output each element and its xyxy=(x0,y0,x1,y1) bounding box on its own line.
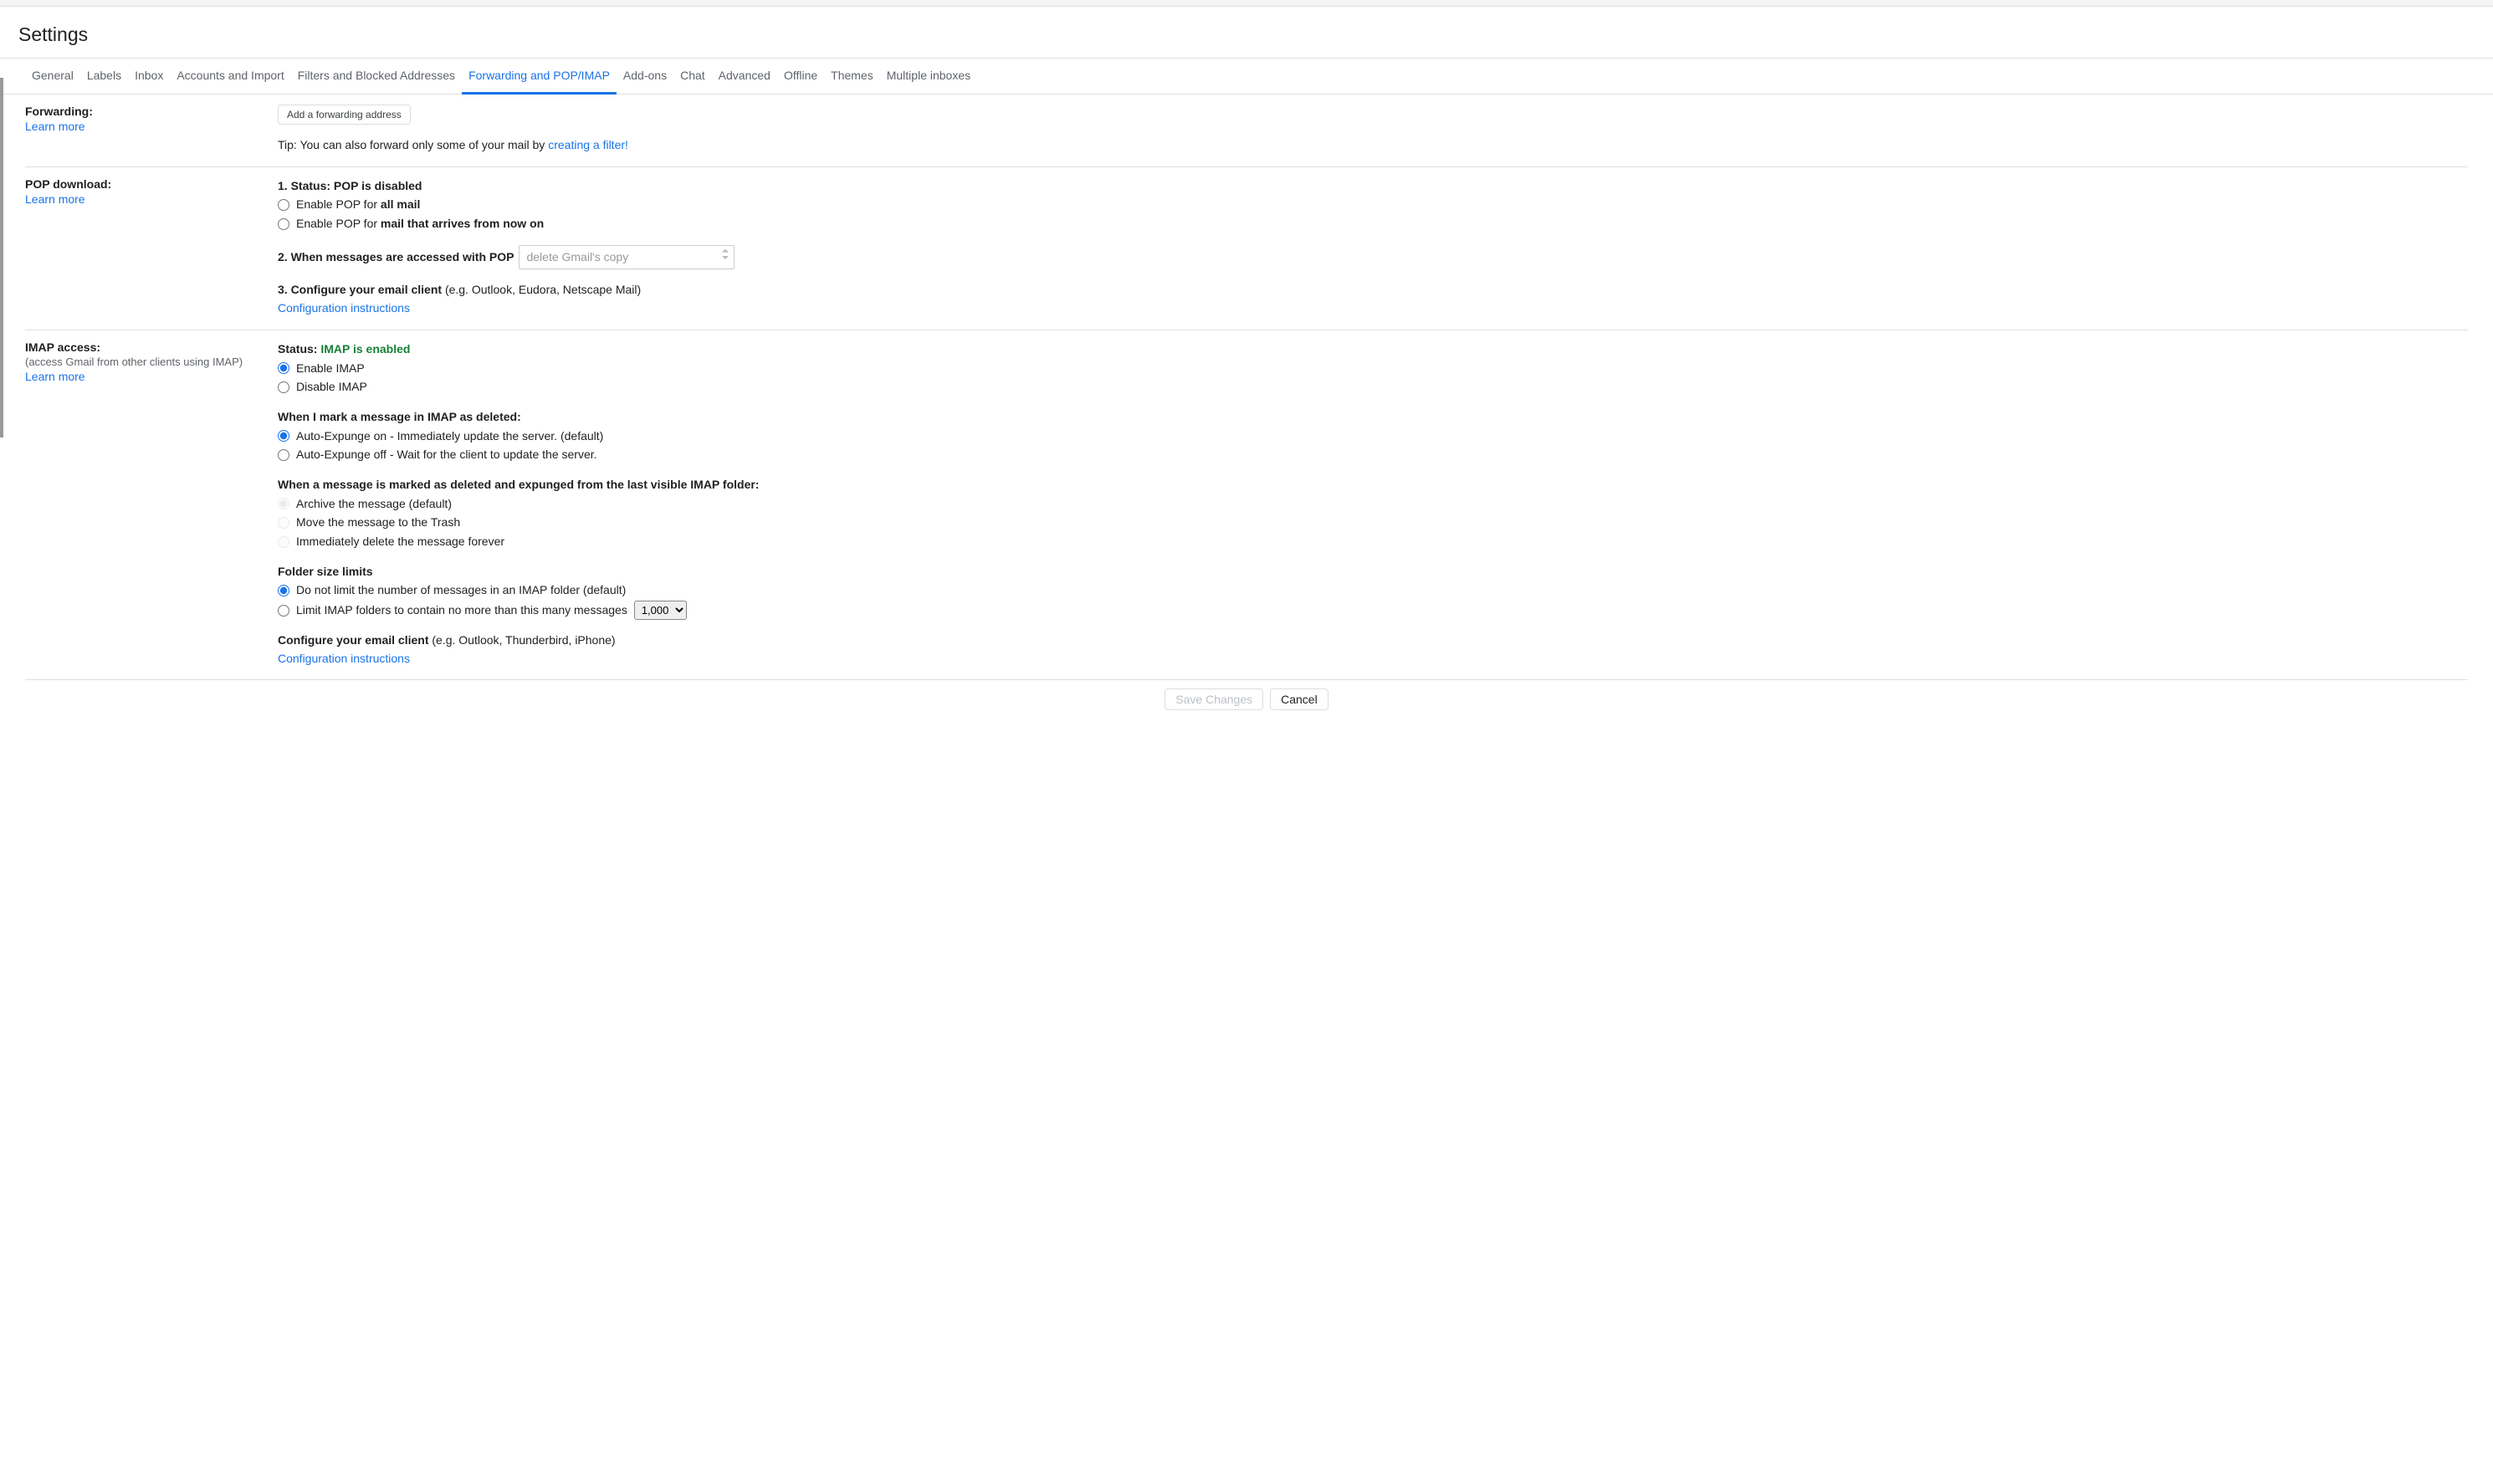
forwarding-body: Add a forwarding address Tip: You can al… xyxy=(278,105,2468,155)
tab-offline[interactable]: Offline xyxy=(777,59,824,94)
imap-learn-more-link[interactable]: Learn more xyxy=(25,370,278,383)
imap-configuration-instructions-link[interactable]: Configuration instructions xyxy=(278,650,2468,668)
move-trash-label: Move the message to the Trash xyxy=(296,514,460,532)
forwarding-title: Forwarding: xyxy=(25,105,278,118)
pop-enable-now-bold: mail that arrives from now on xyxy=(381,217,544,230)
pop-accessed-select: delete Gmail's copy xyxy=(519,245,735,270)
top-bar xyxy=(0,0,2493,7)
footer-buttons: Save Changes Cancel xyxy=(25,680,2468,744)
imap-configure-suffix: (e.g. Outlook, Thunderbird, iPhone) xyxy=(432,633,615,647)
scrollbar[interactable] xyxy=(0,78,3,438)
archive-message-label: Archive the message (default) xyxy=(296,495,452,514)
move-trash-radio xyxy=(278,517,289,529)
imap-title: IMAP access: xyxy=(25,340,278,354)
forwarding-learn-more-link[interactable]: Learn more xyxy=(25,120,278,133)
no-limit-radio[interactable] xyxy=(278,585,289,596)
settings-content: Forwarding: Learn more Add a forwarding … xyxy=(0,95,2493,744)
folder-size-header: Folder size limits xyxy=(278,563,2468,581)
tab-multiple-inboxes[interactable]: Multiple inboxes xyxy=(880,59,977,94)
pop-enable-all-radio[interactable] xyxy=(278,199,289,211)
tab-add-ons[interactable]: Add-ons xyxy=(617,59,673,94)
tab-forwarding-and-pop-imap[interactable]: Forwarding and POP/IMAP xyxy=(462,59,617,95)
imap-body: Status: IMAP is enabled Enable IMAP Disa… xyxy=(278,340,2468,668)
folder-limit-select[interactable]: 1,000 xyxy=(634,601,687,620)
pop-status-value: POP is disabled xyxy=(334,179,422,192)
pop-body: 1. Status: POP is disabled Enable POP fo… xyxy=(278,177,2468,318)
imap-enable-label: Enable IMAP xyxy=(296,360,365,378)
imap-section: IMAP access: (access Gmail from other cl… xyxy=(25,330,2468,681)
archive-message-radio xyxy=(278,498,289,509)
forwarding-tip-text: Tip: You can also forward only some of y… xyxy=(278,138,548,151)
pop-configuration-instructions-link[interactable]: Configuration instructions xyxy=(278,299,2468,318)
pop-enable-all-prefix: Enable POP for xyxy=(296,197,381,211)
tab-chat[interactable]: Chat xyxy=(673,59,712,94)
pop-accessed-label: 2. When messages are accessed with POP xyxy=(278,248,514,267)
no-limit-label: Do not limit the number of messages in a… xyxy=(296,581,626,600)
save-changes-button: Save Changes xyxy=(1165,688,1263,710)
pop-label-col: POP download: Learn more xyxy=(25,177,278,318)
creating-filter-link[interactable]: creating a filter! xyxy=(548,138,628,151)
imap-label-col: IMAP access: (access Gmail from other cl… xyxy=(25,340,278,668)
imap-disable-label: Disable IMAP xyxy=(296,378,367,397)
tab-accounts-and-import[interactable]: Accounts and Import xyxy=(170,59,290,94)
pop-learn-more-link[interactable]: Learn more xyxy=(25,192,278,206)
tab-labels[interactable]: Labels xyxy=(80,59,128,94)
imap-status-value: IMAP is enabled xyxy=(320,342,410,356)
pop-enable-all-bold: all mail xyxy=(381,197,420,211)
imap-enable-radio[interactable] xyxy=(278,362,289,374)
tab-themes[interactable]: Themes xyxy=(824,59,880,94)
limit-label: Limit IMAP folders to contain no more th… xyxy=(296,601,627,620)
forwarding-section: Forwarding: Learn more Add a forwarding … xyxy=(25,95,2468,167)
forwarding-label-col: Forwarding: Learn more xyxy=(25,105,278,155)
settings-tabs: GeneralLabelsInboxAccounts and ImportFil… xyxy=(0,59,2493,95)
limit-radio[interactable] xyxy=(278,605,289,617)
tab-general[interactable]: General xyxy=(25,59,80,94)
auto-expunge-off-radio[interactable] xyxy=(278,449,289,461)
imap-disable-radio[interactable] xyxy=(278,381,289,393)
imap-status-prefix: Status: xyxy=(278,342,320,356)
add-forwarding-address-button[interactable]: Add a forwarding address xyxy=(278,105,411,125)
auto-expunge-on-label: Auto-Expunge on - Immediately update the… xyxy=(296,427,603,446)
pop-configure-suffix: (e.g. Outlook, Eudora, Netscape Mail) xyxy=(445,283,641,296)
pop-configure-prefix: 3. Configure your email client xyxy=(278,283,445,296)
tab-filters-and-blocked-addresses[interactable]: Filters and Blocked Addresses xyxy=(291,59,462,94)
pop-enable-now-radio[interactable] xyxy=(278,218,289,230)
tab-inbox[interactable]: Inbox xyxy=(128,59,170,94)
imap-configure-prefix: Configure your email client xyxy=(278,633,432,647)
auto-expunge-off-label: Auto-Expunge off - Wait for the client t… xyxy=(296,446,597,464)
imap-expunged-header: When a message is marked as deleted and … xyxy=(278,476,2468,494)
page-title: Settings xyxy=(18,23,2493,46)
cancel-button[interactable]: Cancel xyxy=(1270,688,1328,710)
imap-deleted-header: When I mark a message in IMAP as deleted… xyxy=(278,408,2468,427)
delete-forever-radio xyxy=(278,536,289,548)
settings-header: Settings xyxy=(0,7,2493,59)
pop-title: POP download: xyxy=(25,177,278,191)
delete-forever-label: Immediately delete the message forever xyxy=(296,533,504,551)
pop-status-prefix: 1. Status: xyxy=(278,179,334,192)
auto-expunge-on-radio[interactable] xyxy=(278,430,289,442)
tab-advanced[interactable]: Advanced xyxy=(712,59,777,94)
pop-enable-now-prefix: Enable POP for xyxy=(296,217,381,230)
imap-subtitle: (access Gmail from other clients using I… xyxy=(25,356,278,368)
pop-section: POP download: Learn more 1. Status: POP … xyxy=(25,167,2468,330)
